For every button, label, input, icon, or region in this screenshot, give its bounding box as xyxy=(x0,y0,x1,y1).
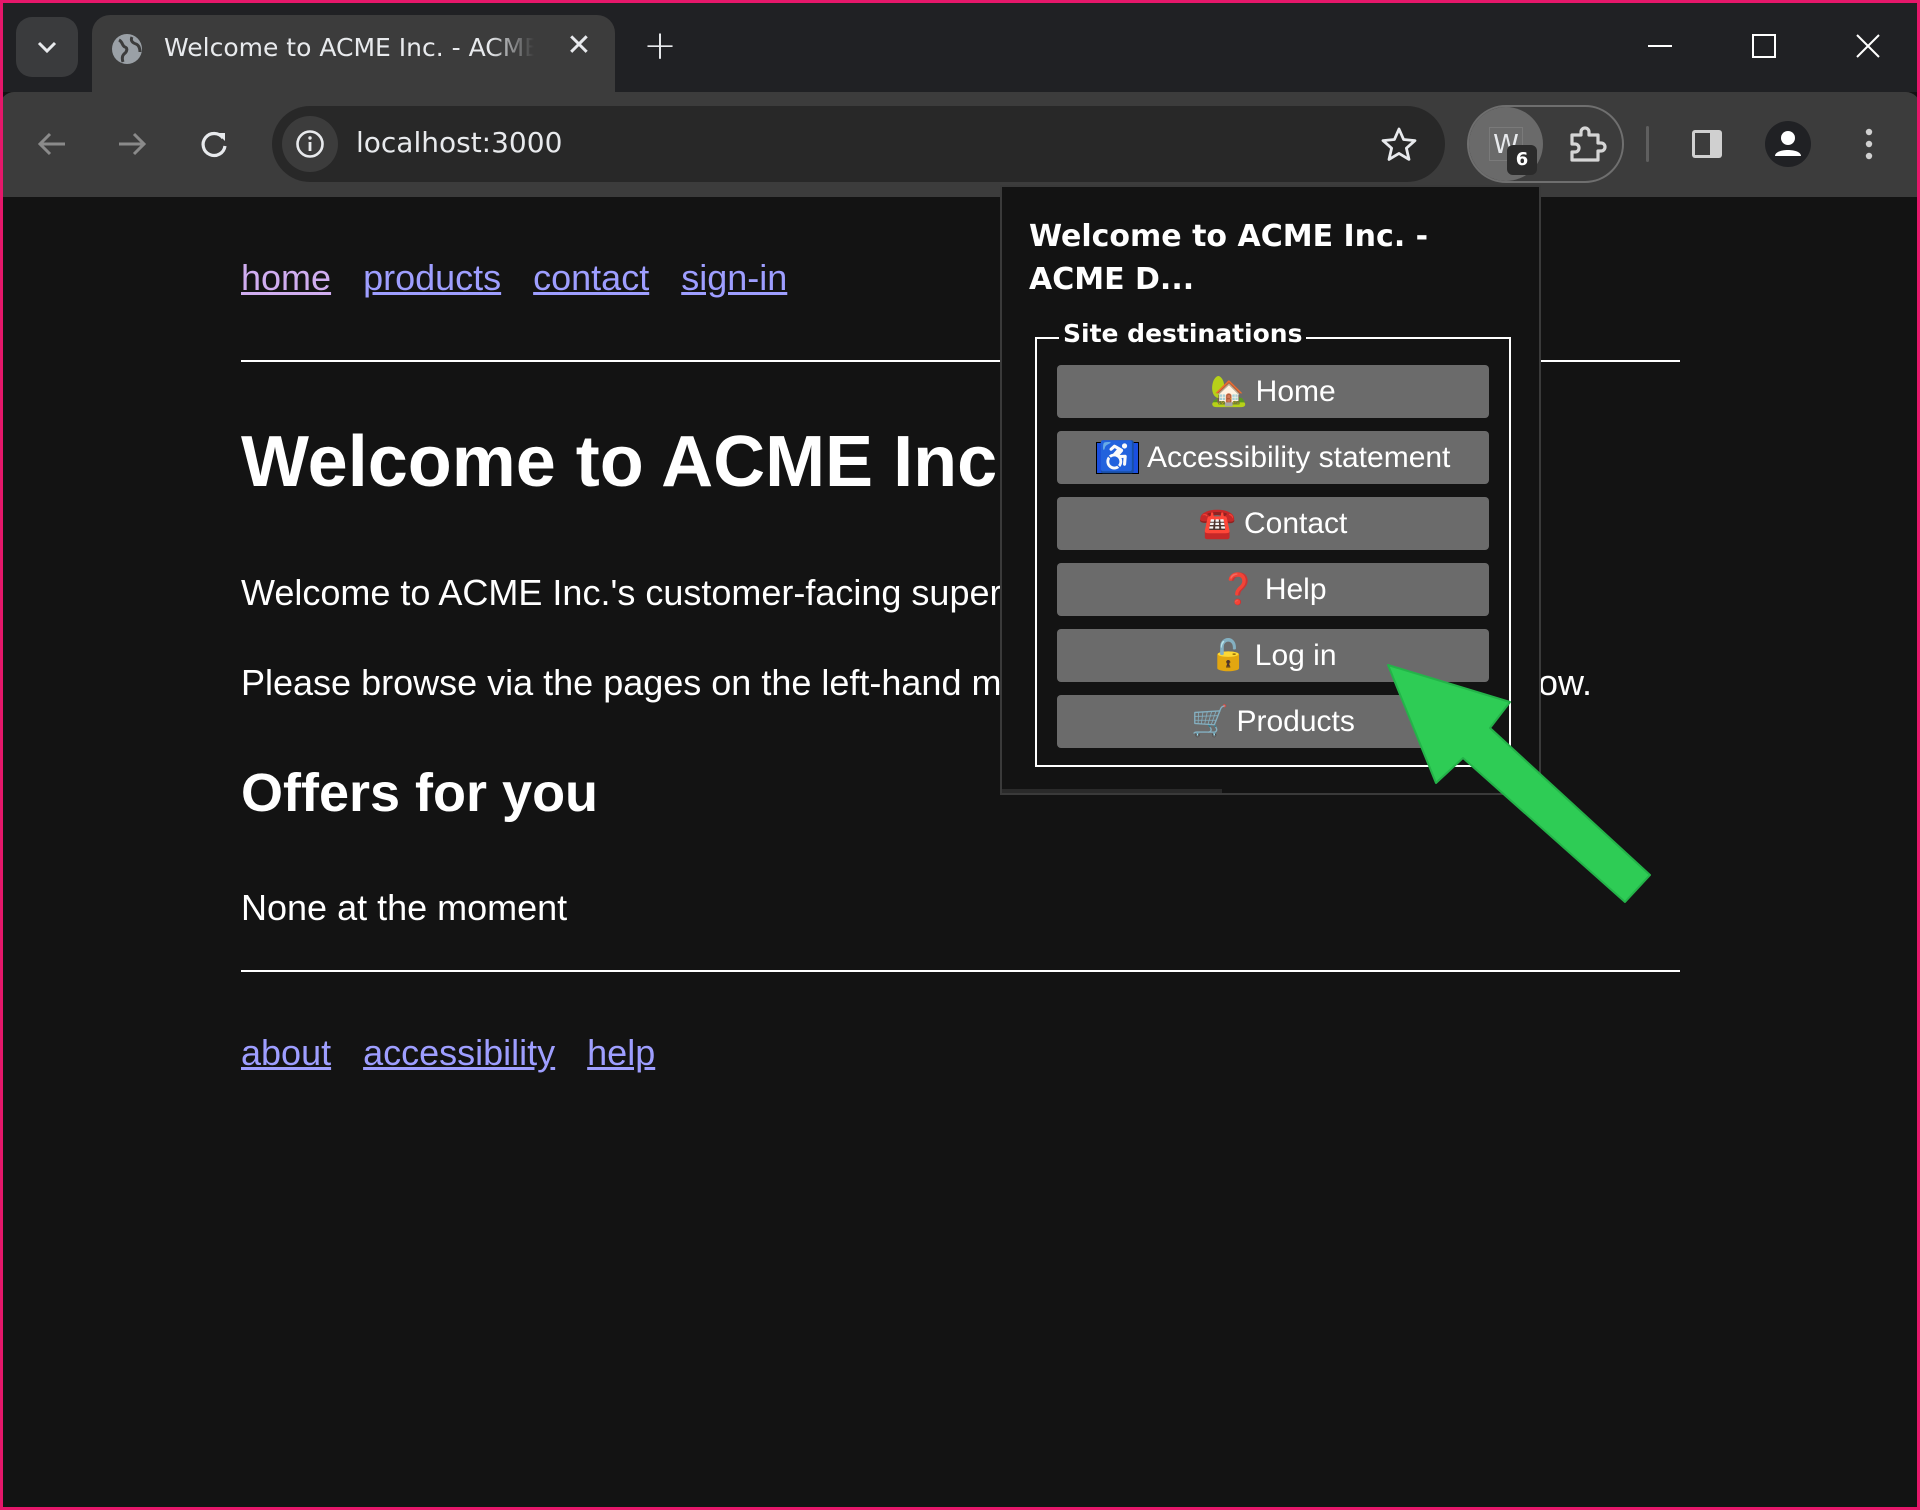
star-icon xyxy=(1381,127,1417,161)
arrow-right-icon xyxy=(119,132,147,156)
destination-label: Accessibility statement xyxy=(1146,440,1451,474)
offers-heading: Offers for you xyxy=(241,763,599,823)
footer-divider xyxy=(241,970,1680,972)
bookmark-button[interactable] xyxy=(1377,122,1421,166)
person-icon xyxy=(1765,121,1811,167)
reload-button[interactable] xyxy=(188,118,240,170)
tab-search-button[interactable] xyxy=(16,17,78,77)
offers-text: None at the moment xyxy=(241,887,568,928)
site-info-button[interactable] xyxy=(282,116,338,172)
destination-help-button[interactable]: ❓ Help xyxy=(1057,563,1489,616)
kebab-menu-icon xyxy=(1865,128,1873,160)
nav-link-sign-in[interactable]: sign-in xyxy=(681,257,787,298)
destination-label: Home xyxy=(1255,374,1336,408)
destination-label: Contact xyxy=(1243,506,1348,540)
toolbar-separator xyxy=(1646,126,1649,162)
forward-button[interactable] xyxy=(106,118,158,170)
browser-toolbar: localhost:3000 W 6 xyxy=(0,92,1920,197)
destination-label: Help xyxy=(1264,572,1327,606)
close-icon: ✕ xyxy=(566,29,592,62)
destination-home-button[interactable]: 🏡 Home xyxy=(1057,365,1489,418)
maximize-icon xyxy=(1752,34,1776,58)
window-close-button[interactable] xyxy=(1838,20,1898,72)
site-destinations-legend: Site destinations xyxy=(1059,319,1307,348)
unlocked-padlock-icon: 🔓 xyxy=(1209,638,1247,672)
puzzle-icon[interactable] xyxy=(1567,125,1607,165)
footer-link-accessibility[interactable]: accessibility xyxy=(363,1032,555,1073)
side-panel-button[interactable] xyxy=(1681,118,1733,170)
chevron-down-icon xyxy=(37,41,57,54)
wheelchair-icon: ♿ xyxy=(1095,441,1139,474)
browser-menu-button[interactable] xyxy=(1843,118,1895,170)
arrow-left-icon xyxy=(37,132,65,156)
top-navigation: home products contact sign-in xyxy=(241,257,819,299)
minimize-button[interactable] xyxy=(1631,20,1691,72)
popup-horizontal-scrollbar[interactable] xyxy=(1002,789,1222,793)
nav-link-contact[interactable]: contact xyxy=(533,257,649,298)
annotation-arrow-icon xyxy=(1387,664,1651,903)
footer-link-help[interactable]: help xyxy=(587,1032,655,1073)
maximize-button[interactable] xyxy=(1734,20,1794,72)
globe-icon xyxy=(112,34,142,64)
nav-link-products[interactable]: products xyxy=(363,257,501,298)
destination-label: Log in xyxy=(1254,638,1337,672)
popup-title: Welcome to ACME Inc. - ACME D... xyxy=(1029,219,1429,297)
new-tab-button[interactable]: + xyxy=(640,26,680,66)
destination-contact-button[interactable]: ☎️ Contact xyxy=(1057,497,1489,550)
back-button[interactable] xyxy=(26,118,78,170)
minimize-icon xyxy=(1648,45,1672,47)
telephone-icon: ☎️ xyxy=(1198,506,1236,540)
question-mark-icon: ❓ xyxy=(1219,572,1257,606)
reload-icon xyxy=(201,131,227,158)
extension-badge: 6 xyxy=(1507,145,1537,175)
shopping-cart-icon: 🛒 xyxy=(1191,704,1229,738)
tab-strip: Welcome to ACME Inc. - ACME ✕ + xyxy=(0,0,1920,92)
house-icon: 🏡 xyxy=(1210,374,1248,408)
info-icon xyxy=(296,130,324,158)
plus-icon: + xyxy=(643,23,677,69)
browse-paragraph: Please browse via the pages on the left-… xyxy=(241,662,1002,703)
active-tab[interactable]: Welcome to ACME Inc. - ACME ✕ xyxy=(92,15,615,92)
extensions-area: W 6 xyxy=(1467,105,1624,183)
destination-accessibility-button[interactable]: ♿ Accessibility statement xyxy=(1057,431,1489,484)
tab-close-button[interactable]: ✕ xyxy=(562,29,596,63)
side-panel-icon xyxy=(1692,130,1722,158)
close-icon xyxy=(1856,34,1880,58)
nav-link-home[interactable]: home xyxy=(241,257,331,298)
intro-paragraph: Welcome to ACME Inc.'s customer-facing s… xyxy=(241,572,1002,613)
url-text[interactable]: localhost:3000 xyxy=(356,126,562,159)
footer-navigation: about accessibility help xyxy=(241,1032,687,1074)
page-title: Welcome to ACME Inc xyxy=(241,422,998,502)
extension-button[interactable]: W 6 xyxy=(1469,107,1543,181)
destination-label: Products xyxy=(1236,704,1355,738)
footer-link-about[interactable]: about xyxy=(241,1032,331,1073)
tab-title: Welcome to ACME Inc. - ACME xyxy=(164,33,534,62)
profile-button[interactable] xyxy=(1762,118,1814,170)
address-bar[interactable]: localhost:3000 xyxy=(272,106,1445,182)
